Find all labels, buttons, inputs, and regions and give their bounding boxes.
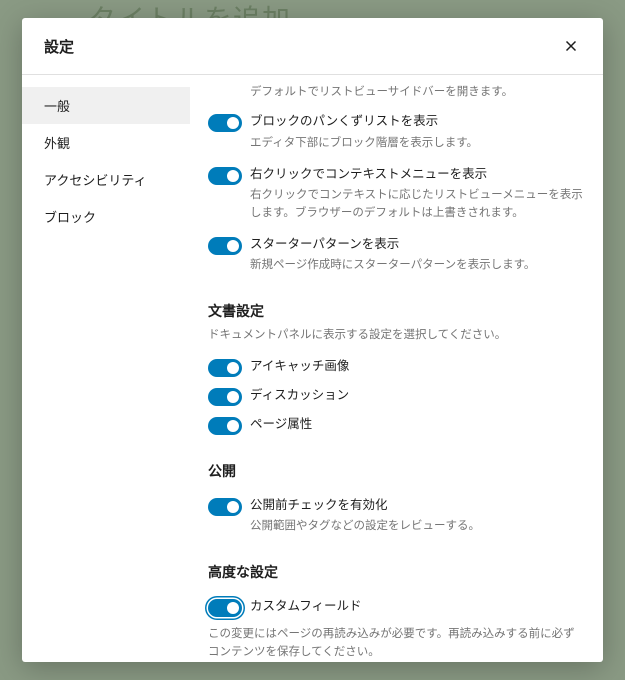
toggle-starter-patterns[interactable] (208, 237, 242, 255)
content-wrap: デフォルトでリストビューサイドバーを開きます。 ブロックのパンくずリストを表示エ… (190, 75, 603, 662)
toggle-custom-fields[interactable] (208, 599, 242, 617)
close-icon (562, 37, 580, 55)
tab-block[interactable]: ブロック (22, 198, 190, 235)
setting-featured-image: アイキャッチ画像 (208, 358, 583, 377)
label-starter-patterns: スターターパターンを表示 (250, 236, 583, 254)
desc-starter-patterns: 新規ページ作成時にスターターパターンを表示します。 (250, 257, 583, 274)
doc-settings-desc: ドキュメントパネルに表示する設定を選択してください。 (208, 327, 583, 344)
label-custom-fields: カスタムフィールド (250, 598, 583, 616)
label-context-menu: 右クリックでコンテキストメニューを表示 (250, 166, 583, 184)
advanced-heading: 高度な設定 (208, 562, 583, 582)
setting-starter-patterns: スターターパターンを表示新規ページ作成時にスターターパターンを表示します。 (208, 236, 583, 275)
setting-page-attributes: ページ属性 (208, 416, 583, 435)
toggle-breadcrumbs[interactable] (208, 114, 242, 132)
custom-fields-desc: この変更にはページの再読み込みが必要です。再読み込みする前に必ずコンテンツを保存… (208, 625, 583, 662)
modal-header: 設定 (22, 18, 603, 75)
modal-title: 設定 (44, 36, 74, 57)
label-featured-image: アイキャッチ画像 (250, 358, 583, 376)
toggle-page-attributes[interactable] (208, 417, 242, 435)
label-page-attributes: ページ属性 (250, 416, 583, 434)
desc-breadcrumbs: エディタ下部にブロック階層を表示します。 (250, 135, 583, 152)
toggle-discussion[interactable] (208, 388, 242, 406)
label-breadcrumbs: ブロックのパンくずリストを表示 (250, 113, 583, 131)
listview-default-desc: デフォルトでリストビューサイドバーを開きます。 (208, 83, 583, 99)
modal-body: 一般外観アクセシビリティブロック デフォルトでリストビューサイドバーを開きます。… (22, 75, 603, 662)
tab-accessibility[interactable]: アクセシビリティ (22, 161, 190, 198)
settings-modal: 設定 一般外観アクセシビリティブロック デフォルトでリストビューサイドバーを開き… (22, 18, 603, 662)
tab-appearance[interactable]: 外観 (22, 124, 190, 161)
setting-breadcrumbs: ブロックのパンくずリストを表示エディタ下部にブロック階層を表示します。 (208, 113, 583, 152)
toggle-featured-image[interactable] (208, 359, 242, 377)
desc-context-menu: 右クリックでコンテキストに応じたリストビューメニューを表示します。ブラウザーのデ… (250, 187, 583, 222)
setting-context-menu: 右クリックでコンテキストメニューを表示右クリックでコンテキストに応じたリストビュ… (208, 166, 583, 222)
settings-tabs: 一般外観アクセシビリティブロック (22, 75, 190, 662)
desc-prepublish-check: 公開範囲やタグなどの設定をレビューする。 (250, 518, 583, 535)
setting-discussion: ディスカッション (208, 387, 583, 406)
toggle-context-menu[interactable] (208, 167, 242, 185)
tab-general[interactable]: 一般 (22, 87, 190, 124)
publish-heading: 公開 (208, 461, 583, 481)
close-button[interactable] (557, 32, 585, 60)
label-discussion: ディスカッション (250, 387, 583, 405)
doc-settings-heading: 文書設定 (208, 301, 583, 321)
setting-custom-fields: カスタムフィールド (208, 598, 583, 617)
setting-prepublish-check: 公開前チェックを有効化公開範囲やタグなどの設定をレビューする。 (208, 497, 583, 536)
settings-content[interactable]: デフォルトでリストビューサイドバーを開きます。 ブロックのパンくずリストを表示エ… (190, 75, 603, 662)
label-prepublish-check: 公開前チェックを有効化 (250, 497, 583, 515)
toggle-prepublish-check[interactable] (208, 498, 242, 516)
